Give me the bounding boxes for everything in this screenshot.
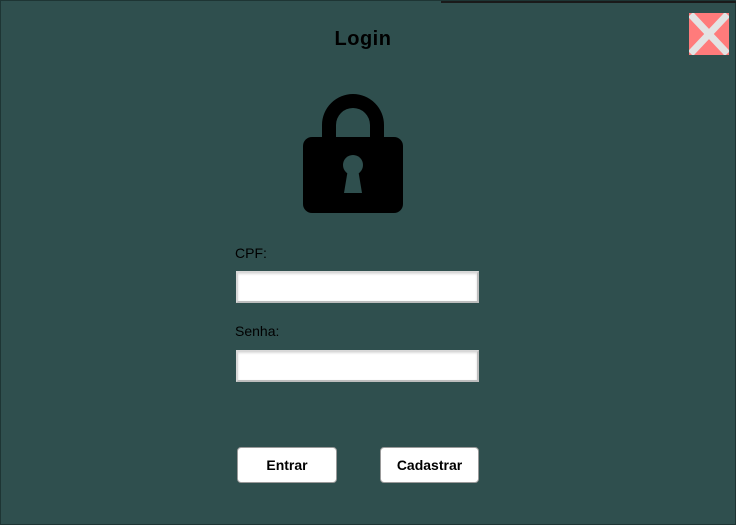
title-strip xyxy=(441,1,736,3)
senha-label: Senha: xyxy=(235,323,280,339)
login-window: Login CPF: Senha: Entrar Cadastrar xyxy=(0,0,736,525)
lock-icon xyxy=(303,94,403,213)
entrar-button[interactable]: Entrar xyxy=(237,447,337,483)
close-icon xyxy=(689,13,729,55)
close-button[interactable] xyxy=(689,13,729,55)
cpf-input[interactable] xyxy=(236,271,479,303)
senha-input[interactable] xyxy=(236,350,479,382)
cadastrar-button[interactable]: Cadastrar xyxy=(380,447,479,483)
cpf-label: CPF: xyxy=(235,245,267,261)
page-title: Login xyxy=(334,28,392,50)
